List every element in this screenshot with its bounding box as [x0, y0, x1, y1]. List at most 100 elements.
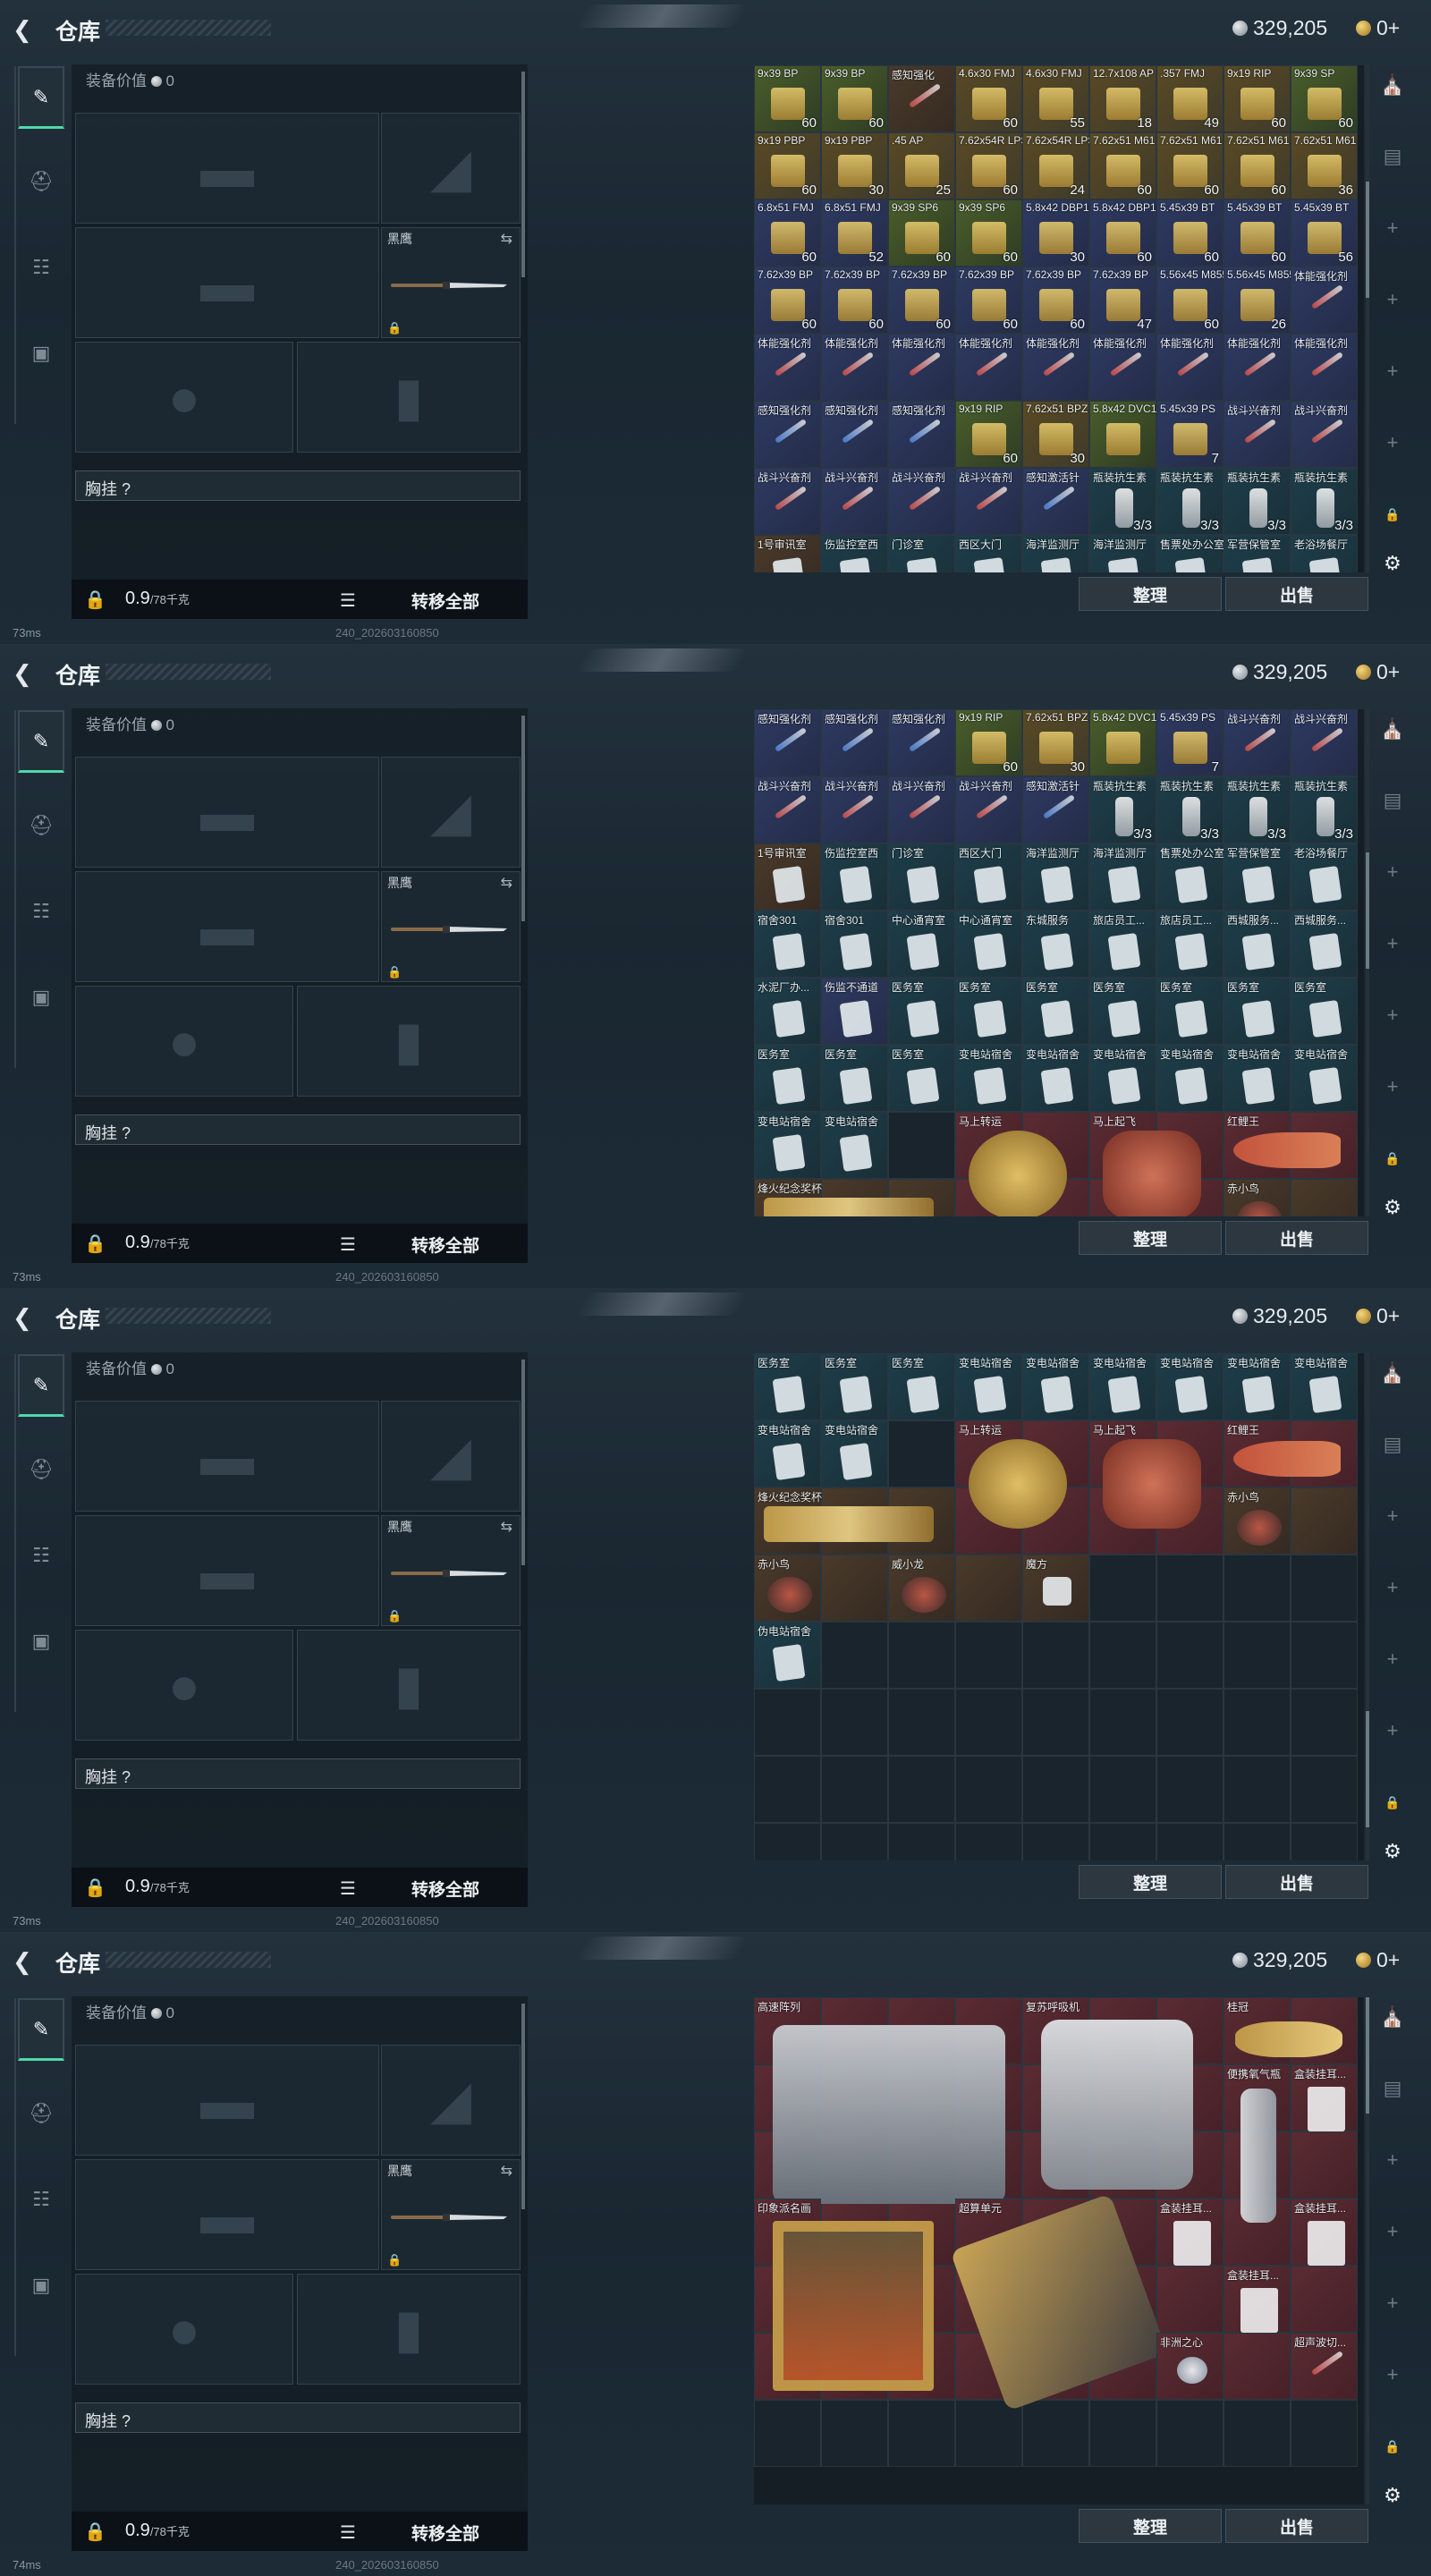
stash-item[interactable]: 赤小鸟 [1224, 1487, 1291, 1555]
stash-item[interactable]: .357 FMJ 49 [1156, 65, 1224, 132]
stash-item[interactable]: 战斗兴奋剂 [821, 468, 888, 535]
stash-item[interactable]: 感知强化剂 [754, 401, 821, 468]
stash-item[interactable]: 烽火纪念奖杯 [754, 1179, 934, 1216]
stash-item[interactable]: 变电站宿舍 [1291, 1045, 1358, 1112]
empty-slot[interactable] [888, 1823, 955, 1860]
empty-slot[interactable] [955, 1823, 1022, 1860]
back-arrow-icon[interactable]: ❮ [13, 660, 39, 687]
empty-slot[interactable] [1156, 1823, 1224, 1860]
empty-slot[interactable] [821, 1823, 888, 1860]
list-icon[interactable]: ☰ [340, 589, 356, 612]
empty-slot[interactable] [888, 1420, 955, 1487]
tab-clipboard[interactable]: ☷ [18, 236, 64, 299]
stash-item[interactable]: 9x19 PBP 30 [821, 132, 888, 199]
empty-slot[interactable] [1089, 2400, 1156, 2467]
stash-item[interactable]: 变电站宿舍 [1156, 1353, 1224, 1420]
stash-item[interactable]: 12.7x108 AP 18 [1089, 65, 1156, 132]
stash-item[interactable]: 医务室 [754, 1045, 821, 1112]
empty-slot[interactable] [1156, 2400, 1224, 2467]
stash-item[interactable]: 医务室 [888, 1353, 955, 1420]
stash-item[interactable]: 7.62x51 M61 60 [1224, 132, 1291, 199]
swap-icon[interactable]: ⇆ [501, 230, 512, 248]
empty-slot[interactable] [754, 1689, 821, 1756]
stash-item[interactable]: 感知强化剂 [821, 401, 888, 468]
empty-slot[interactable] [821, 1756, 888, 1823]
silver-balance[interactable]: 329,205 [1232, 660, 1327, 684]
helmet-slot[interactable]: ● [75, 1630, 293, 1741]
stash-item[interactable]: 1号审讯室 [754, 535, 821, 572]
stash-item[interactable]: 5.45x39 PS 7 [1156, 401, 1224, 468]
empty-slot[interactable] [1156, 1756, 1224, 1823]
list-icon[interactable]: ☰ [340, 1233, 356, 1256]
stash-item[interactable]: 变电站宿舍 [1156, 1045, 1224, 1112]
stash-item[interactable]: 体能强化剂 [1224, 334, 1291, 401]
empty-slot[interactable] [1224, 2400, 1291, 2467]
stash-scroll-thumb[interactable] [1366, 182, 1369, 298]
tab-case[interactable]: ▣ [18, 966, 64, 1029]
sell-button[interactable]: 出售 [1225, 1865, 1368, 1899]
stash-item[interactable]: 旅店员工... [1156, 911, 1224, 978]
empty-slot[interactable] [955, 1689, 1022, 1756]
plus-icon[interactable]: + [1375, 854, 1410, 890]
stash-item[interactable]: 体能强化剂 [1089, 334, 1156, 401]
primary-weapon-slot[interactable]: ▬ [75, 113, 379, 224]
stash-item[interactable]: 售票处办公室 [1156, 843, 1224, 911]
stash-item[interactable]: 战斗兴奋剂 [1224, 709, 1291, 776]
swap-icon[interactable]: ⇆ [501, 2162, 512, 2180]
stash-grid-viewport[interactable]: 感知强化剂 感知强化剂 感知强化剂 9x19 RIP 60 7.62x51 BPZ 30 5.… [754, 709, 1364, 1216]
body-armor-slot[interactable]: ▮ [297, 342, 521, 453]
stash-item[interactable]: 中心通宵室 [955, 911, 1022, 978]
stash-item[interactable]: 7.62x51 M61 60 [1156, 132, 1224, 199]
tab-clipboard[interactable]: ☷ [18, 2168, 64, 2231]
stash-item[interactable]: 售票处办公室 [1156, 535, 1224, 572]
stash-item[interactable]: 威小龙 [888, 1555, 955, 1622]
tab-clipboard[interactable]: ☷ [18, 1524, 64, 1587]
stash-item[interactable]: 瓶装抗生素 3/3 [1156, 776, 1224, 843]
stash-item[interactable]: 伤监不通道 [821, 978, 888, 1045]
pistol-slot[interactable]: ◢ [381, 2045, 521, 2156]
plus-icon[interactable]: + [1375, 926, 1410, 962]
gold-balance[interactable]: 0+ [1356, 1948, 1400, 1972]
plus-icon[interactable]: + [1375, 1713, 1410, 1749]
equipment-scrollbar[interactable] [521, 1360, 525, 1565]
stash-item[interactable]: 医务室 [1089, 978, 1156, 1045]
sort-button[interactable]: 整理 [1079, 1221, 1222, 1255]
gear-icon[interactable]: ⚙ [1375, 1834, 1410, 1869]
empty-slot[interactable] [1224, 1689, 1291, 1756]
stash-item[interactable]: 瓶装抗生素 3/3 [1224, 468, 1291, 535]
stash-item[interactable]: 医务室 [821, 1353, 888, 1420]
stash-item[interactable]: 红鲤王 [1224, 1112, 1341, 1179]
transfer-all-button[interactable]: 转移全部 [411, 1877, 479, 1901]
helmet-slot[interactable]: ● [75, 342, 293, 453]
stash-item[interactable]: 变电站宿舍 [754, 1420, 821, 1487]
stash-item[interactable]: 7.62x39 BP 60 [754, 267, 821, 334]
primary-weapon-slot[interactable]: ▬ [75, 1401, 379, 1512]
plus-icon[interactable]: + [1375, 2142, 1410, 2178]
chest-rig-slot[interactable]: 胸挂 ? [75, 1114, 521, 1145]
stash-item[interactable]: 感知强化 [888, 65, 955, 132]
warehouse-icon[interactable]: ⛪ [1375, 1999, 1410, 2035]
stash-scrollbar[interactable] [1366, 65, 1369, 572]
melee-slot[interactable]: 黑鹰 ⇆ 🔒 [381, 1515, 521, 1626]
stash-item[interactable]: 战斗兴奋剂 [888, 776, 955, 843]
silver-balance[interactable]: 329,205 [1232, 1304, 1327, 1328]
stash-item[interactable] [1224, 2333, 1291, 2400]
equipment-scrollbar[interactable] [521, 72, 525, 277]
gold-balance[interactable]: 0+ [1356, 1304, 1400, 1328]
stash-item[interactable]: 体能强化剂 [821, 334, 888, 401]
transfer-all-button[interactable]: 转移全部 [411, 589, 479, 613]
plus-icon[interactable]: + [1375, 353, 1410, 389]
tab-case[interactable]: ▣ [18, 2254, 64, 2317]
empty-slot[interactable] [1156, 1689, 1224, 1756]
stash-item[interactable]: 红鲤王 [1224, 1420, 1341, 1487]
swap-icon[interactable]: ⇆ [501, 874, 512, 892]
gear-icon[interactable]: ⚙ [1375, 1190, 1410, 1225]
stash-item[interactable]: 体能强化剂 [1291, 267, 1358, 334]
stash-item[interactable]: 医务室 [888, 978, 955, 1045]
filter-icon[interactable]: ▤ [1375, 1427, 1410, 1462]
stash-item[interactable] [955, 1555, 1022, 1622]
stash-item[interactable]: 西城服务... [1224, 911, 1291, 978]
stash-item[interactable]: 5.8x42 DVC12 [1089, 401, 1163, 468]
stash-item[interactable]: 战斗兴奋剂 [1291, 401, 1358, 468]
stash-item[interactable]: 感知强化剂 [821, 709, 888, 776]
